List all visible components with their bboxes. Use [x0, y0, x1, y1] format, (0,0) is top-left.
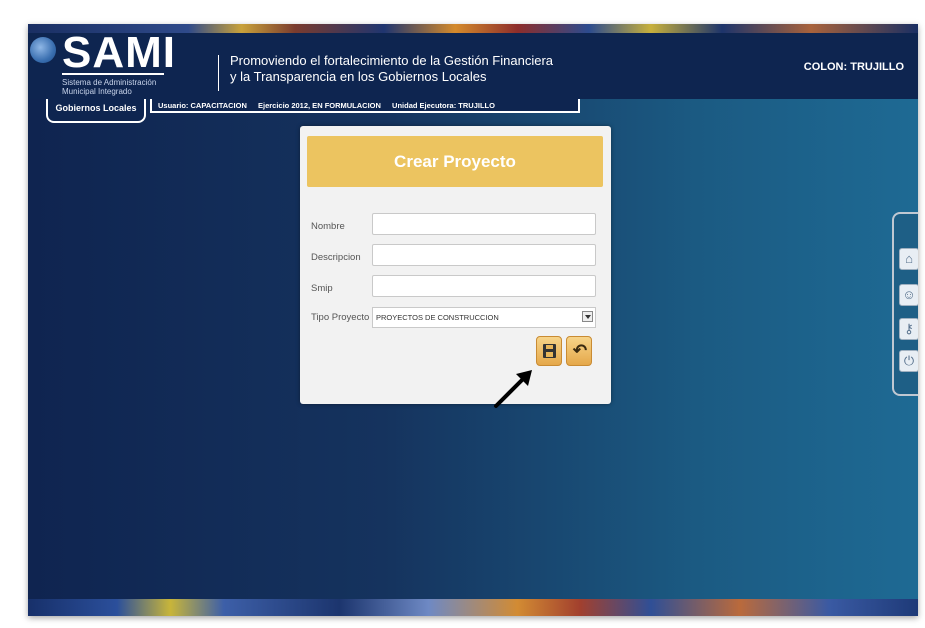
tab-gobiernos-locales[interactable]: Gobiernos Locales — [46, 99, 146, 123]
floppy-disk-icon — [543, 344, 556, 358]
descripcion-input[interactable] — [372, 244, 596, 266]
logo-subtitle: Sistema de Administración Municipal Inte… — [62, 78, 156, 96]
key-icon[interactable]: ⚷ — [899, 318, 918, 340]
ejercicio-info: Ejercicio 2012, EN FORMULACION — [257, 101, 381, 110]
app-window: SAMI Sistema de Administración Municipal… — [28, 24, 918, 616]
usuario-info: Usuario: CAPACITACION — [158, 101, 247, 110]
undo-arrow-icon: ↶ — [572, 341, 588, 360]
logo-underline — [62, 73, 164, 75]
session-info-bar: Usuario: CAPACITACION Ejercicio 2012, EN… — [150, 99, 580, 113]
home-icon[interactable]: ⌂ — [899, 248, 918, 270]
save-button[interactable] — [536, 336, 562, 366]
tipo-proyecto-label: Tipo Proyecto — [311, 312, 370, 323]
header-divider — [218, 55, 219, 91]
user-icon[interactable]: ☺ — [899, 284, 918, 306]
bottom-banner-strip — [28, 599, 918, 616]
power-icon[interactable]: ⏻ — [899, 350, 918, 372]
pointer-arrow-icon — [494, 370, 532, 408]
logo-text: SAMI — [62, 28, 176, 77]
tipo-proyecto-select[interactable]: PROYECTOS DE CONSTRUCCION — [372, 307, 596, 328]
descripcion-label: Descripcion — [311, 252, 361, 263]
side-toolbar: ⌂ ☺ ⚷ ⏻ — [892, 212, 918, 396]
app-header: SAMI Sistema de Administración Municipal… — [28, 28, 918, 99]
tagline-line1: Promoviendo el fortalecimiento de la Ges… — [230, 53, 554, 68]
smip-input[interactable] — [372, 275, 596, 297]
tagline: Promoviendo el fortalecimiento de la Ges… — [230, 53, 553, 85]
crear-proyecto-card: Crear Proyecto Nombre Descripcion Smip T… — [300, 126, 611, 404]
card-title: Crear Proyecto — [307, 136, 603, 187]
back-button[interactable]: ↶ — [566, 336, 592, 366]
unidad-info: Unidad Ejecutora: TRUJILLO — [392, 101, 495, 110]
logo-subtitle-line1: Sistema de Administración — [62, 78, 157, 87]
chevron-down-icon[interactable] — [582, 311, 593, 322]
nombre-label: Nombre — [311, 221, 345, 232]
nombre-input[interactable] — [372, 213, 596, 235]
municipality-label: COLON: TRUJILLO — [803, 61, 904, 73]
logo-swirl-icon — [30, 37, 56, 63]
tagline-line2: y la Transparencia en los Gobiernos Loca… — [230, 69, 487, 84]
tipo-proyecto-value: PROYECTOS DE CONSTRUCCION — [376, 313, 499, 322]
tab-bar: Gobiernos Locales Usuario: CAPACITACION … — [28, 99, 918, 129]
logo-subtitle-line2: Municipal Integrado — [62, 87, 132, 96]
smip-label: Smip — [311, 283, 333, 294]
